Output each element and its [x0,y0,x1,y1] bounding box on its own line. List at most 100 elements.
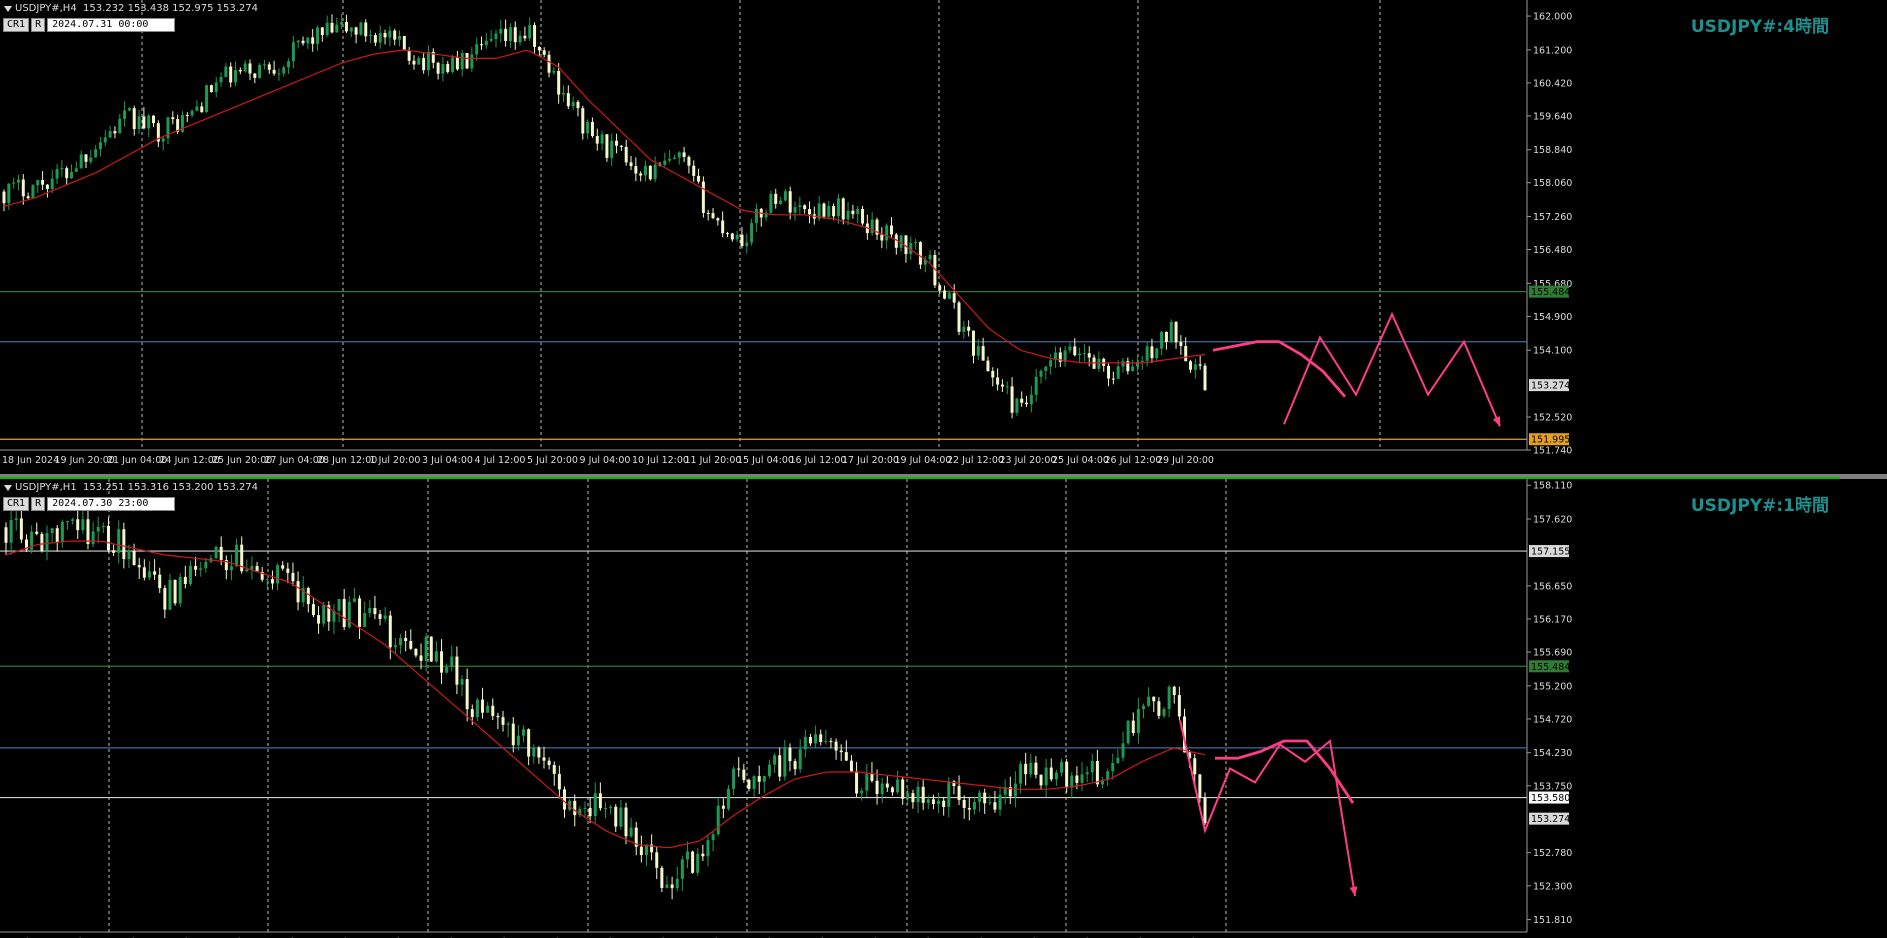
candle-body [55,528,59,543]
candle-body [446,63,450,72]
candle-body [522,729,526,736]
candle-body [188,565,192,584]
r-button[interactable]: R [31,18,46,32]
candle-body [1140,360,1144,362]
candle-body [808,736,812,744]
candle-body [89,157,93,162]
candle-body [267,64,271,70]
candle-body [484,40,488,46]
candle-body [889,225,893,235]
x-tick-label: 9 Jul 04:00 [580,455,631,466]
cr1-button[interactable]: CR1 [3,497,30,511]
candle-body [996,377,1000,385]
y-tick-label: 157.260 [1533,212,1572,223]
h4-chart-svg[interactable]: 162.000 161.200 160.420 159.640 158.840 158.0… [0,0,1887,474]
candle-body [706,212,710,214]
candle-body [682,152,686,157]
candle-body [701,853,705,857]
candle-body [364,22,368,37]
candle-body [417,58,421,65]
candle-body [822,203,826,217]
y-tick-label: 158.060 [1533,178,1572,189]
candle-body [41,179,45,185]
candle-body [752,776,756,789]
candle-body [957,786,961,800]
candle-body [906,793,910,799]
candle-body [615,140,619,146]
dropdown-triangle-icon[interactable] [4,484,12,491]
candle-body [547,54,551,73]
candle-body [528,25,532,39]
candle-body [527,729,531,757]
candle-body [998,794,1002,810]
candle-body [769,193,773,213]
time-field[interactable]: 2024.07.31 00:00 [47,18,176,32]
candle-body [1005,386,1009,388]
candle-body [1155,348,1159,359]
candle-body [1039,774,1043,786]
h4-chart-panel[interactable]: 162.000 161.200 160.420 159.640 158.840 158.0… [0,0,1887,474]
candle-body [742,769,746,780]
candle-body [711,213,715,219]
candle-body [441,63,445,74]
candle-body [414,648,418,656]
candle-body [440,651,444,673]
candle-body [496,715,500,718]
x-tick-label: 19 Jul 04:00 [895,455,952,466]
candle-body [276,565,280,584]
candle-body [137,565,141,568]
candle-body [127,108,131,111]
candle-body [306,37,310,44]
candle-body [101,525,105,528]
h1-chart-title: USDJPY#:1時間 [1690,496,1829,516]
candle-body [697,175,701,182]
candle-body [330,22,334,33]
time-field[interactable]: 2024.07.30 23:00 [47,497,176,511]
candle-body [132,550,136,566]
candle-body [513,27,517,43]
candle-body [434,651,438,662]
h1-chart-panel[interactable]: 158.110 157.620 156.650 156.170 155.690 155.2… [0,479,1887,938]
price-tag-label: 151.995 [1531,435,1570,446]
candle-body [899,235,903,248]
candle-body [691,851,695,873]
candle-body [1198,364,1202,366]
candle-body [896,779,900,793]
candle-body [745,242,749,247]
y-tick-label: 157.620 [1533,514,1572,525]
candle-body [566,93,570,107]
x-tick-label: 28 Jun 12:00 [317,455,377,466]
candle-body [937,800,941,805]
candle-body [619,807,623,827]
x-tick-label: 24 Jun 12:00 [160,455,220,466]
h1-chart-svg[interactable]: 158.110 157.620 156.650 156.170 155.690 155.2… [0,479,1887,938]
candle-body [388,615,392,648]
candle-body [1034,762,1038,775]
candle-body [344,21,348,32]
candle-body [31,185,35,199]
x-tick-label: 21 Jun 04:00 [107,455,167,466]
candle-body [106,525,110,551]
dropdown-triangle-icon[interactable] [4,5,12,12]
candle-body [325,22,329,36]
candle-body [340,21,344,25]
price-tag-label: 155.484 [1531,662,1570,673]
candle-body [783,747,787,777]
h1-header: USDJPY#,H1 153.251 153.316 153.200 153.2… [4,482,258,494]
candle-body [317,615,321,624]
candle-body [598,793,602,809]
candle-body [2,191,6,204]
candle-body [841,198,845,220]
candle-body [1116,757,1120,763]
candle-body [762,776,766,782]
candle-body [1142,705,1146,710]
candle-body [219,76,223,83]
candle-body [750,223,754,243]
price-tag-label: 155.484 [1531,287,1570,298]
candle-body [383,615,387,619]
r-button[interactable]: R [31,497,46,511]
candle-body [359,22,363,35]
candle-body [778,755,782,777]
cr1-button[interactable]: CR1 [3,18,30,32]
candle-body [311,604,315,616]
